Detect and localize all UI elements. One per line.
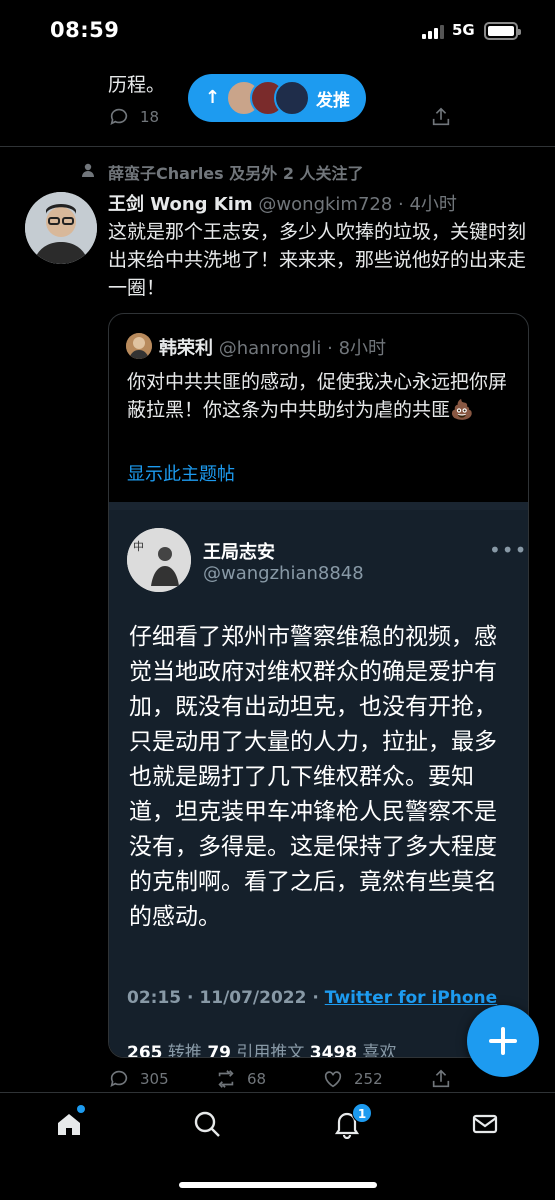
status-time: 08:59	[50, 18, 120, 42]
pill-label: 发推	[316, 91, 350, 111]
reply-count: 305	[140, 1070, 169, 1088]
retweet-icon	[218, 1070, 234, 1088]
arrow-up-icon: ↑	[205, 87, 221, 108]
embedded-screenshot[interactable]: 中 王局志安 @wangzhian8848 ••• 仔细看了郑州市警察维稳的视频…	[109, 502, 528, 1058]
tweet-text: 这就是那个王志安，多少人吹捧的垃圾，关键时刻出来给中共洗地了！来来来，那些说他好…	[108, 221, 527, 299]
nav-search[interactable]	[192, 1109, 226, 1143]
quote-author: 韩荣利 @hanrongli · 8小时	[159, 334, 386, 360]
retweet-count: 68	[247, 1070, 267, 1088]
prev-tweet-text: 历程。	[108, 74, 166, 96]
avatar: 中	[127, 528, 191, 592]
quote-tweet-card[interactable]: 韩荣利 @hanrongli · 8小时 你对中共共匪的感动，促使我决心永远把你…	[108, 313, 529, 1058]
embedded-quotes-label: 引用推文	[236, 1043, 305, 1058]
embedded-likes-num: 3498	[309, 1043, 358, 1058]
like-button[interactable]: 252	[322, 1068, 383, 1090]
home-indicator[interactable]	[179, 1182, 377, 1188]
embedded-quotes-num: 79	[207, 1043, 231, 1058]
like-count: 252	[354, 1070, 383, 1088]
nav-messages[interactable]	[470, 1109, 504, 1143]
embedded-stats: 265 转推 79 引用推文 3498 喜欢	[127, 1038, 397, 1058]
signal-icon	[422, 25, 444, 39]
battery-icon	[484, 22, 521, 40]
author-name: 王剑 Wong Kim	[108, 194, 253, 215]
embedded-time: 02:15 · 11/07/2022 ·	[127, 988, 325, 1008]
tweet-author[interactable]: 王剑 Wong Kim @wongkim728 · 4小时	[108, 190, 457, 216]
share-button[interactable]	[430, 106, 452, 128]
retweet-button[interactable]: 68	[215, 1068, 266, 1090]
quote-author-name: 韩荣利	[159, 338, 213, 359]
reply-button[interactable]: 18	[108, 106, 159, 128]
quote-text: 你对中共共匪的感动，促使我决心永远把你屏蔽拉黑！你这条为中共助纣为虐的共匪💩	[127, 371, 508, 421]
status-bar: 08:59 5G	[0, 0, 555, 62]
tweet-actions: 305 68 252	[108, 1068, 453, 1092]
notification-badge: 1	[352, 1103, 372, 1123]
avatar[interactable]	[25, 192, 97, 264]
share-icon	[432, 1069, 450, 1088]
embedded-text: 仔细看了郑州市警察维稳的视频，感觉当地政府对维权群众的确是爱护有加，既没有出动坦…	[129, 624, 497, 930]
new-tweets-pill[interactable]: ↑ 发推	[188, 74, 366, 122]
embedded-name: 王局志安	[203, 542, 275, 563]
embedded-retweets-label: 转推	[167, 1043, 202, 1058]
embedded-likes-label: 喜欢	[362, 1043, 397, 1058]
embedded-handle: @wangzhian8848	[203, 563, 364, 584]
reply-button[interactable]: 305	[108, 1068, 169, 1090]
compose-button[interactable]	[467, 1005, 539, 1077]
reply-count: 18	[140, 108, 160, 126]
author-meta: @wongkim728 · 4小时	[258, 194, 457, 215]
mail-icon	[472, 1114, 498, 1134]
embedded-meta: 02:15 · 11/07/2022 · Twitter for iPhone	[127, 988, 497, 1008]
reply-icon	[110, 108, 128, 125]
person-icon	[82, 163, 94, 177]
more-icon: •••	[489, 538, 528, 562]
avatar	[274, 80, 310, 116]
nav-home[interactable]	[54, 1105, 88, 1143]
screenshot-top-edge	[109, 502, 528, 510]
divider	[0, 146, 555, 147]
svg-text:中: 中	[133, 540, 144, 553]
show-thread-link[interactable]: 显示此主题帖	[127, 460, 235, 486]
home-icon	[58, 1114, 80, 1135]
share-icon	[432, 107, 450, 126]
nav-notifications[interactable]: 1	[332, 1103, 372, 1143]
avatar	[126, 333, 152, 359]
quote-author-meta: @hanrongli · 8小时	[218, 338, 387, 359]
reply-icon	[110, 1070, 128, 1087]
share-button[interactable]	[430, 1068, 452, 1090]
search-icon	[194, 1111, 220, 1137]
embedded-source: Twitter for iPhone	[324, 988, 498, 1008]
heart-icon	[324, 1071, 342, 1088]
network-type: 5G	[452, 21, 475, 39]
embedded-retweets-num: 265	[127, 1043, 163, 1058]
unread-dot	[77, 1105, 85, 1113]
social-context[interactable]: 薛蛮子Charles 及另外 2 人关注了	[108, 160, 364, 184]
